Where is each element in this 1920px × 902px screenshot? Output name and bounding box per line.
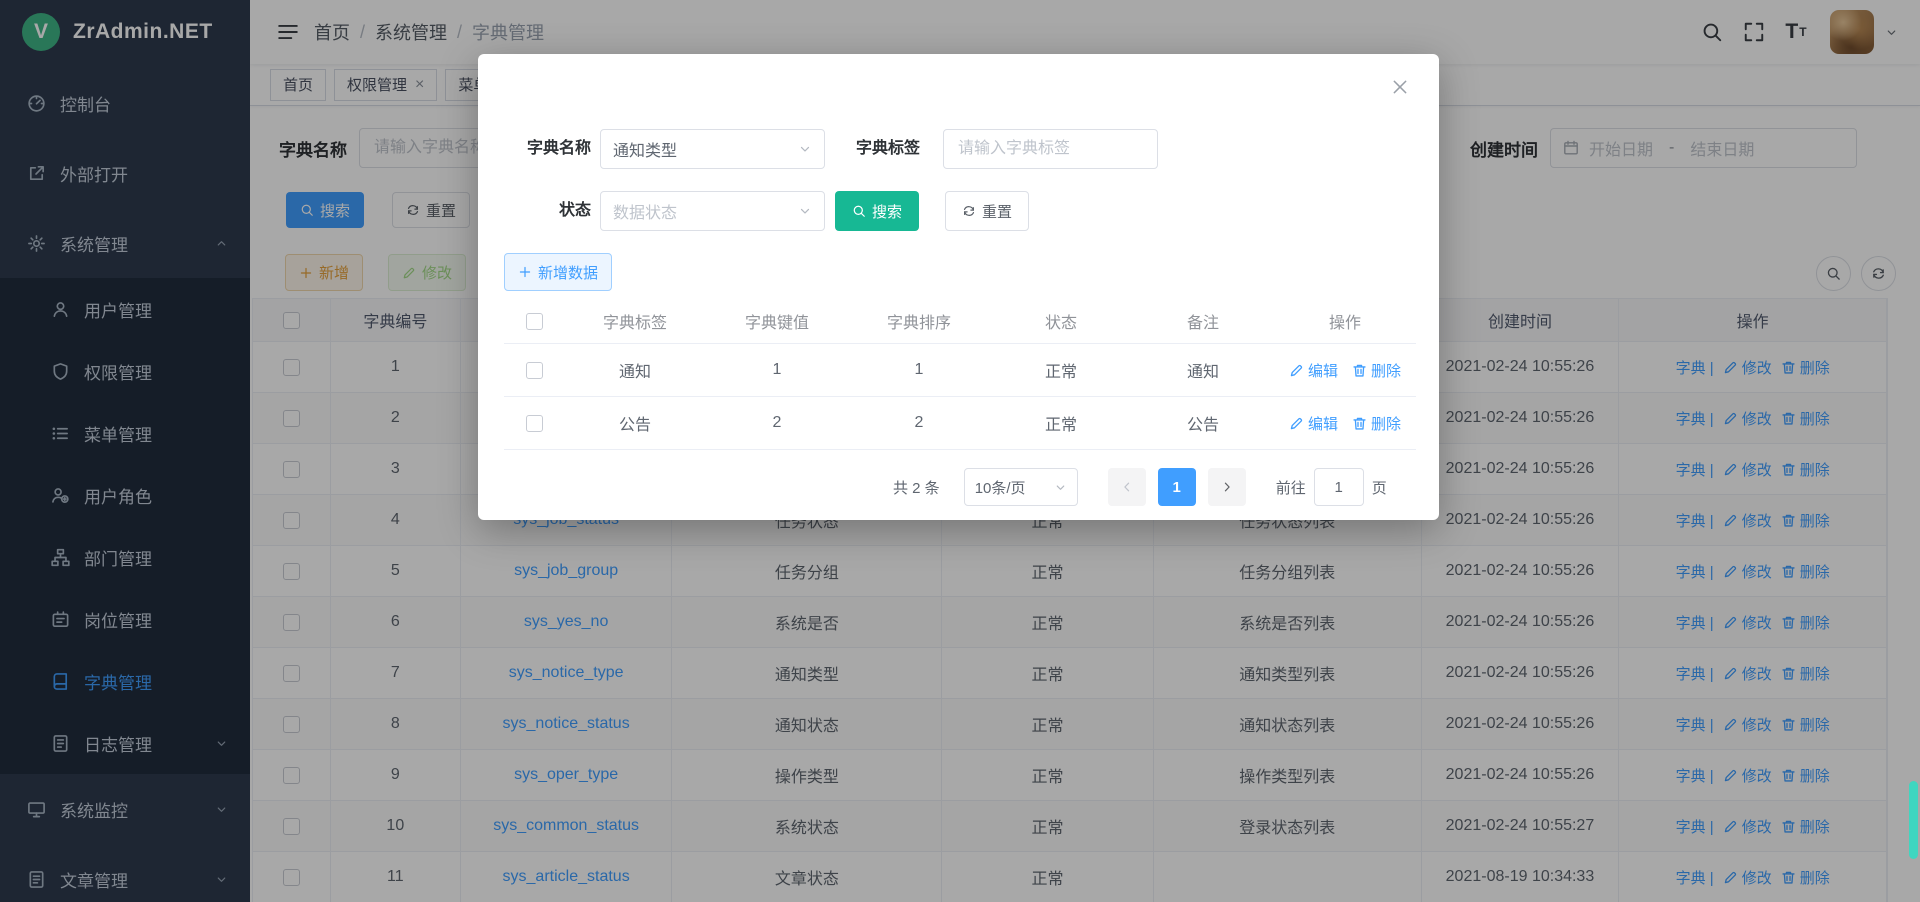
delete-link[interactable]: 删除: [1352, 360, 1401, 381]
modal-reset-button[interactable]: 重置: [945, 191, 1029, 231]
edit-icon: [1289, 363, 1304, 378]
pagination-total: 共 2 条: [893, 477, 940, 498]
cell-dict-label: 公告: [564, 397, 706, 449]
delete-icon: [1352, 363, 1367, 378]
column-header: 字典键值: [706, 299, 848, 343]
modal-dict-name-select[interactable]: 通知类型: [600, 129, 825, 169]
edit-link[interactable]: 编辑: [1289, 360, 1338, 381]
modal-dict-label-input[interactable]: [943, 129, 1158, 169]
select-all-cell: [504, 299, 564, 343]
plus-icon: [518, 265, 532, 279]
dict-data-dialog: 字典名称 通知类型 字典标签 状态 数据状态 搜索 重置 新增数据 字典标签字典…: [478, 54, 1439, 520]
column-header: 状态: [990, 299, 1132, 343]
chevron-right-icon: [1220, 480, 1234, 494]
goto-label: 前往: [1276, 477, 1306, 498]
cell-dict-label: 通知: [564, 344, 706, 396]
cell-operations: 编辑删除: [1274, 397, 1416, 449]
dict-data-table-header: 字典标签字典键值字典排序状态备注操作: [504, 299, 1416, 344]
refresh-icon: [962, 204, 976, 218]
column-header: 操作: [1274, 299, 1416, 343]
chevron-down-icon: [1054, 481, 1067, 494]
dict-data-row: 通知11正常通知编辑删除: [504, 344, 1416, 397]
column-header: 备注: [1132, 299, 1274, 343]
scrollbar-thumb[interactable]: [1909, 781, 1918, 859]
page-number-button[interactable]: 1: [1158, 468, 1196, 506]
add-data-label: 新增数据: [538, 262, 598, 283]
cell-status: 正常: [990, 397, 1132, 449]
modal-status-select[interactable]: 数据状态: [600, 191, 825, 231]
goto-page-input[interactable]: [1314, 468, 1364, 506]
row-checkbox[interactable]: [526, 415, 543, 432]
row-select-cell: [504, 397, 564, 449]
modal-status-label: 状态: [503, 191, 591, 231]
next-page-button[interactable]: [1208, 468, 1246, 506]
edit-icon: [1289, 416, 1304, 431]
modal-reset-label: 重置: [982, 201, 1012, 222]
modal-search-button[interactable]: 搜索: [835, 191, 919, 231]
close-icon[interactable]: [1387, 74, 1413, 100]
table-header-row: 字典标签字典键值字典排序状态备注操作: [504, 299, 1416, 344]
edit-link[interactable]: 编辑: [1289, 413, 1338, 434]
delete-link[interactable]: 删除: [1352, 413, 1401, 434]
status-select-placeholder: 数据状态: [613, 199, 677, 223]
cell-dict-value: 2: [706, 397, 848, 449]
modal-search-label: 搜索: [872, 201, 902, 222]
chevron-left-icon: [1120, 480, 1134, 494]
page-size-select[interactable]: 10条/页: [964, 468, 1078, 506]
cell-operations: 编辑删除: [1274, 344, 1416, 396]
select-all-checkbox[interactable]: [526, 313, 543, 330]
app-root: V ZrAdmin.NET 控制台外部打开系统管理用户管理权限管理菜单管理用户角…: [0, 0, 1920, 902]
cell-remark: 公告: [1132, 397, 1274, 449]
cell-status: 正常: [990, 344, 1132, 396]
cell-dict-sort: 1: [848, 344, 990, 396]
add-data-button[interactable]: 新增数据: [504, 253, 612, 291]
dict-data-table-body: 通知11正常通知编辑删除公告22正常公告编辑删除: [504, 344, 1416, 450]
modal-dict-label-label: 字典标签: [856, 129, 920, 169]
dict-data-table: 字典标签字典键值字典排序状态备注操作 通知11正常通知编辑删除公告22正常公告编…: [504, 299, 1416, 450]
cell-remark: 通知: [1132, 344, 1274, 396]
cell-dict-value: 1: [706, 344, 848, 396]
delete-icon: [1352, 416, 1367, 431]
page-size-value: 10条/页: [975, 477, 1026, 498]
row-checkbox[interactable]: [526, 362, 543, 379]
chevron-down-icon: [798, 142, 812, 156]
chevron-down-icon: [798, 204, 812, 218]
modal-dict-name-label: 字典名称: [503, 129, 591, 169]
pagination: 共 2 条 10条/页 1 前往 页: [893, 467, 1387, 507]
dict-data-row: 公告22正常公告编辑删除: [504, 397, 1416, 450]
prev-page-button[interactable]: [1108, 468, 1146, 506]
page-unit-label: 页: [1372, 477, 1387, 498]
column-header: 字典排序: [848, 299, 990, 343]
search-icon: [852, 204, 866, 218]
column-header: 字典标签: [564, 299, 706, 343]
cell-dict-sort: 2: [848, 397, 990, 449]
row-select-cell: [504, 344, 564, 396]
dict-name-selected-value: 通知类型: [613, 137, 677, 161]
